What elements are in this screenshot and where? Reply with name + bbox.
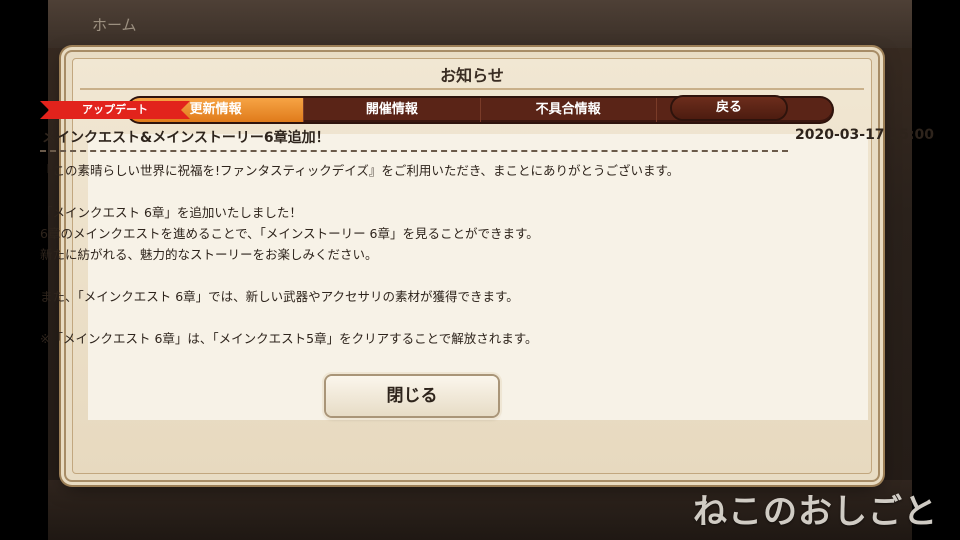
body-gap bbox=[40, 181, 780, 202]
dashed-divider bbox=[40, 150, 788, 152]
body-line: ※「メインクエスト 6章」は、「メインクエスト5章」をクリアすることで解放されま… bbox=[40, 331, 538, 346]
tab-bugs[interactable]: 不具合情報 bbox=[481, 98, 657, 122]
body-gap bbox=[40, 265, 780, 286]
home-label: ホーム bbox=[92, 16, 137, 34]
close-button[interactable]: 閉じる bbox=[326, 376, 498, 416]
news-headline: メインクエスト&メインストーリー6章追加！ bbox=[42, 130, 330, 146]
watermark: ねこのおしごと bbox=[693, 492, 938, 532]
body-line: 「メインクエスト 6章」を追加いたしました！ bbox=[40, 205, 302, 220]
body-gap bbox=[40, 307, 780, 328]
news-date: 2020-03-17 15:00 bbox=[795, 127, 934, 143]
body-line: 新たに紡がれる、魅力的なストーリーをお楽しみください。 bbox=[40, 247, 378, 262]
title-divider bbox=[80, 88, 864, 90]
back-button[interactable]: 戻る bbox=[672, 97, 786, 119]
news-body: 『この素晴らしい世界に祝福を!ファンタスティックデイズ』をご利用いただき、まこと… bbox=[40, 160, 780, 349]
top-status-bar: ホーム bbox=[48, 0, 912, 48]
tab-events[interactable]: 開催情報 bbox=[304, 98, 481, 122]
body-line: 『この素晴らしい世界に祝福を!ファンタスティックデイズ』をご利用いただき、まこと… bbox=[40, 163, 680, 178]
category-badge: アップデート bbox=[40, 101, 190, 119]
body-line: 6章のメインクエストを進めることで、「メインストーリー 6章」を見ることができま… bbox=[40, 226, 539, 241]
body-line: また、「メインクエスト 6章」では、新しい武器やアクセサリの素材が獲得できます。 bbox=[40, 289, 519, 304]
dialog-title: お知らせ bbox=[440, 66, 504, 85]
